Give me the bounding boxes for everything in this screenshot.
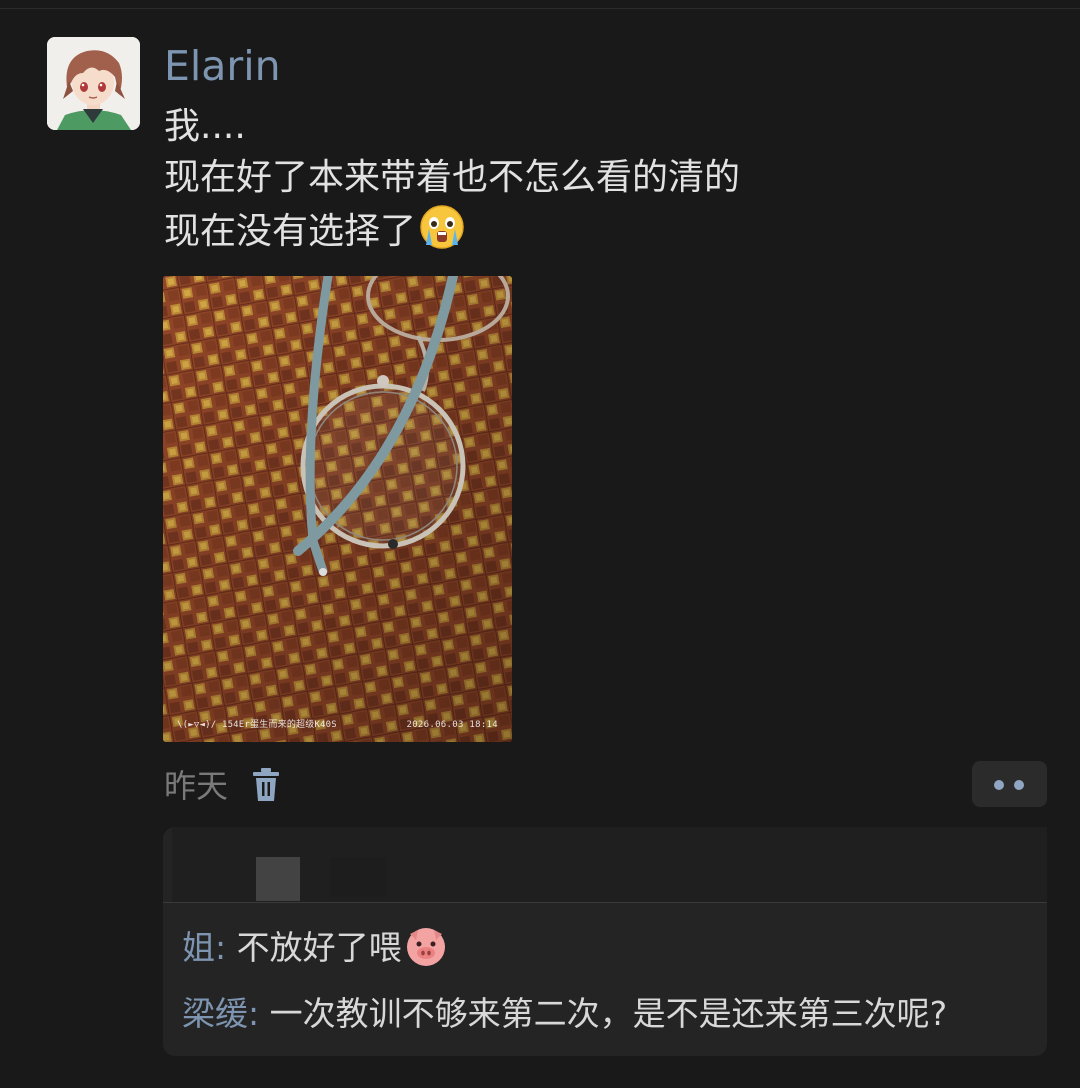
- photo-watermark-left: \(►▽◄)/ 154Er蛋生而来的超级K40S: [177, 720, 337, 730]
- comment-text: 不放好了喂: [226, 928, 402, 967]
- post-time: 昨天: [164, 767, 229, 805]
- comment-author[interactable]: 梁缓: [182, 994, 248, 1033]
- like-avatar[interactable]: [256, 857, 300, 901]
- post-text-line: 现在好了本来带着也不怎么看的清的: [164, 157, 741, 198]
- comment-separator: :: [248, 994, 260, 1033]
- crying-face-emoji-icon: [418, 203, 466, 265]
- trash-icon[interactable]: [252, 768, 280, 802]
- author-avatar[interactable]: [47, 37, 140, 130]
- comment-author[interactable]: 姐: [182, 928, 215, 967]
- pig-face-emoji-icon: [404, 924, 448, 980]
- post-text-line: 现在没有选择了: [164, 203, 740, 265]
- post-text-line: 我....: [164, 106, 246, 147]
- like-avatar[interactable]: [330, 857, 386, 897]
- comment-separator: :: [215, 928, 227, 967]
- comment-text: 一次教训不够来第二次，是不是还来第三次呢?: [259, 994, 948, 1033]
- more-dots-icon: [994, 780, 1004, 790]
- post-photo[interactable]: \(►▽◄)/ 154Er蛋生而来的超级K40S 2026.06.03 18:1…: [163, 276, 512, 742]
- likes-divider: [163, 902, 1047, 903]
- comment-item[interactable]: 姐: 不放好了喂: [182, 924, 448, 980]
- top-divider: [0, 8, 1080, 9]
- more-dots-icon: [1014, 780, 1024, 790]
- post-text: 我.... 现在好了本来带着也不怎么看的清的 现在没有选择了: [164, 101, 740, 265]
- comment-item[interactable]: 梁缓: 一次教训不够来第二次，是不是还来第三次呢?: [182, 991, 947, 1037]
- author-name[interactable]: Elarin: [164, 38, 281, 94]
- more-dots-button[interactable]: [972, 761, 1047, 807]
- post-text-line-text: 现在没有选择了: [164, 211, 417, 252]
- photo-watermark-right: 2026.06.03 18:14: [406, 720, 498, 730]
- likes-area: [172, 827, 1047, 902]
